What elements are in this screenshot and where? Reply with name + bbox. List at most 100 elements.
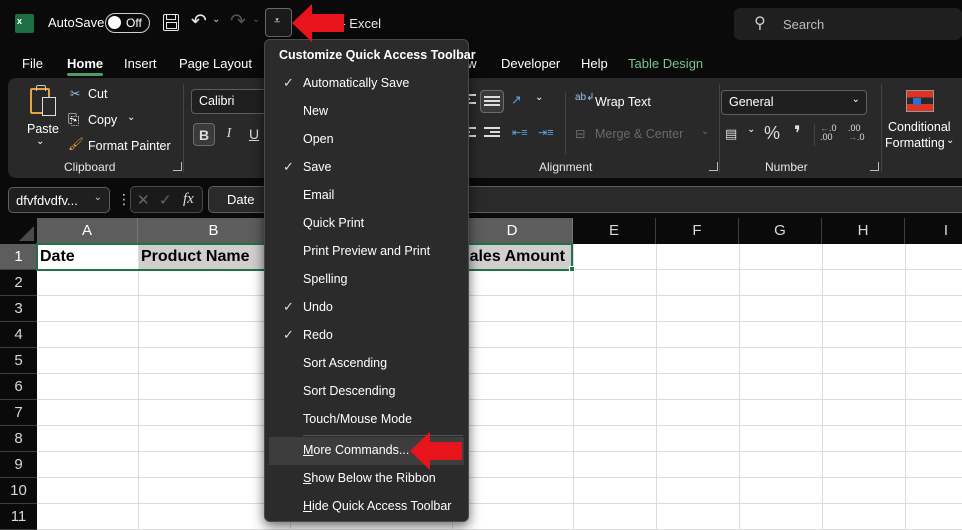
paste-dropdown-icon[interactable]: ⌄	[36, 136, 44, 147]
row-header-7[interactable]: 7	[0, 400, 37, 426]
merge-center-icon: ⊟	[575, 127, 586, 141]
tab-table-design[interactable]: Table Design	[628, 56, 703, 71]
row-header-1[interactable]: 1	[0, 244, 37, 270]
paste-sheet-icon	[42, 97, 56, 116]
number-format-combo[interactable]: General ⌄	[721, 90, 867, 115]
copy-icon: ⎘	[68, 111, 80, 127]
menu-item-save[interactable]: ✓ Save	[269, 154, 464, 182]
copy-button[interactable]: Copy	[88, 113, 117, 127]
redo-icon[interactable]: ↷	[230, 10, 246, 33]
select-all-button[interactable]	[0, 218, 37, 244]
more-options-icon[interactable]: ⋮	[117, 191, 131, 208]
check-icon: ✓	[283, 299, 294, 314]
undo-icon[interactable]: ↶	[191, 10, 207, 33]
orientation-dropdown-icon[interactable]: ⌄	[535, 92, 543, 103]
name-box-dropdown-icon: ⌄	[93, 192, 102, 203]
alignment-launcher-icon[interactable]	[709, 162, 718, 171]
title-bar: x AutoSave Off ↶ ⌄ ↷ ⌄ ⩡ x1 - Excel ⚲ Se…	[0, 0, 962, 48]
menu-item-open[interactable]: Open	[269, 126, 464, 154]
autosave-state: Off	[126, 16, 142, 30]
fill-handle[interactable]	[569, 266, 575, 272]
wrap-text-icon: ab↲	[575, 92, 595, 103]
accounting-format-icon[interactable]: ▤	[725, 126, 737, 142]
align-right-icon[interactable]	[484, 127, 500, 139]
row-header-5[interactable]: 5	[0, 348, 37, 374]
increase-decimal-icon[interactable]: ←.0.00	[820, 124, 837, 142]
conditional-formatting-label-1[interactable]: Conditional	[888, 120, 951, 134]
excel-logo-icon: x	[15, 14, 38, 33]
column-header-d[interactable]: D	[452, 218, 573, 244]
accounting-dropdown-icon[interactable]: ⌄	[747, 124, 755, 135]
menu-item-automatically-save[interactable]: ✓ Automatically Save	[269, 70, 464, 98]
wrap-text-button[interactable]: Wrap Text	[595, 95, 651, 109]
merge-dropdown-icon[interactable]: ⌄	[701, 126, 709, 137]
increase-indent-icon[interactable]: ⇥≡	[538, 126, 554, 139]
save-icon[interactable]	[163, 14, 179, 31]
tab-page-layout[interactable]: Page Layout	[179, 56, 252, 71]
menu-item-quick-print[interactable]: Quick Print	[269, 210, 464, 238]
column-header-h[interactable]: H	[822, 218, 905, 244]
format-painter-icon: 🖌	[68, 137, 84, 151]
column-header-e[interactable]: E	[573, 218, 656, 244]
tab-insert[interactable]: Insert	[124, 56, 157, 71]
search-input[interactable]: ⚲ Search	[734, 8, 962, 40]
menu-item-email[interactable]: Email	[269, 182, 464, 210]
percent-style-button[interactable]: %	[764, 123, 780, 144]
decrease-decimal-icon[interactable]: .00 →.0	[848, 124, 865, 142]
row-header-3[interactable]: 3	[0, 296, 37, 322]
format-painter-button[interactable]: Format Painter	[88, 139, 171, 153]
column-header-f[interactable]: F	[656, 218, 739, 244]
conditional-formatting-dropdown-icon[interactable]: ⌄	[946, 135, 954, 146]
menu-item-print-preview[interactable]: Print Preview and Print	[269, 238, 464, 266]
enter-icon[interactable]: ✓	[159, 191, 172, 209]
bold-button[interactable]: B	[193, 123, 215, 146]
column-header-a[interactable]: A	[37, 218, 138, 244]
number-launcher-icon[interactable]	[870, 162, 879, 171]
spreadsheet-grid: A B C D E F G H I 1 2 3 4 5 6 7 8 9 10 1…	[0, 218, 962, 530]
tab-developer[interactable]: Developer	[501, 56, 560, 71]
undo-dropdown-icon[interactable]: ⌄	[212, 14, 220, 25]
formula-value: Date	[227, 192, 255, 207]
decrease-indent-icon[interactable]: ⇤≡	[512, 126, 528, 139]
autosave-toggle[interactable]: Off	[105, 13, 150, 33]
tab-help[interactable]: Help	[581, 56, 608, 71]
redo-dropdown-icon[interactable]: ⌄	[252, 14, 260, 25]
row-header-6[interactable]: 6	[0, 374, 37, 400]
tab-home[interactable]: Home	[67, 56, 104, 76]
group-separator	[814, 124, 815, 146]
merge-center-button[interactable]: Merge & Center	[595, 127, 683, 141]
comma-style-button[interactable]: ❜	[794, 121, 801, 146]
menu-item-sort-ascending[interactable]: Sort Ascending	[269, 350, 464, 378]
menu-item-redo[interactable]: ✓ Redo	[269, 322, 464, 350]
toggle-knob	[108, 16, 121, 29]
column-header-g[interactable]: G	[739, 218, 822, 244]
cancel-icon[interactable]: ✕	[137, 191, 150, 209]
ribbon-tabs: File Home Insert Page Layout ew Develope…	[0, 48, 962, 78]
cell-area[interactable]: Date Product Name Sales Amount	[36, 243, 962, 530]
menu-item-spelling[interactable]: Spelling	[269, 266, 464, 294]
row-header-9[interactable]: 9	[0, 452, 37, 478]
tab-file[interactable]: File	[22, 56, 43, 71]
cut-button[interactable]: Cut	[88, 87, 107, 101]
name-box[interactable]: dfvfdvdfv... ⌄	[8, 187, 110, 213]
customize-qat-button[interactable]: ⩡	[265, 8, 292, 37]
menu-item-new[interactable]: New	[269, 98, 464, 126]
clipboard-launcher-icon[interactable]	[173, 162, 182, 171]
menu-item-hide-qat[interactable]: Hide Quick Access Toolbar	[269, 493, 464, 521]
row-header-11[interactable]: 11	[0, 504, 37, 530]
copy-dropdown-icon[interactable]: ⌄	[127, 112, 135, 123]
underline-button[interactable]: U	[243, 123, 265, 146]
paste-button[interactable]: Paste	[27, 122, 59, 136]
menu-item-undo[interactable]: ✓ Undo	[269, 294, 464, 322]
row-header-2[interactable]: 2	[0, 270, 37, 296]
ribbon: Paste ⌄ ✂ Cut ⎘ Copy ⌄ 🖌 Format Painter …	[8, 78, 962, 178]
row-header-4[interactable]: 4	[0, 322, 37, 348]
row-header-10[interactable]: 10	[0, 478, 37, 504]
conditional-formatting-label-2[interactable]: Formatting	[885, 136, 945, 150]
column-header-i[interactable]: I	[905, 218, 962, 244]
row-header-8[interactable]: 8	[0, 426, 37, 452]
italic-button[interactable]: I	[218, 123, 240, 146]
insert-function-button[interactable]: fx	[183, 191, 194, 208]
orientation-icon[interactable]: ↗	[511, 92, 521, 107]
menu-item-sort-descending[interactable]: Sort Descending	[269, 378, 464, 406]
